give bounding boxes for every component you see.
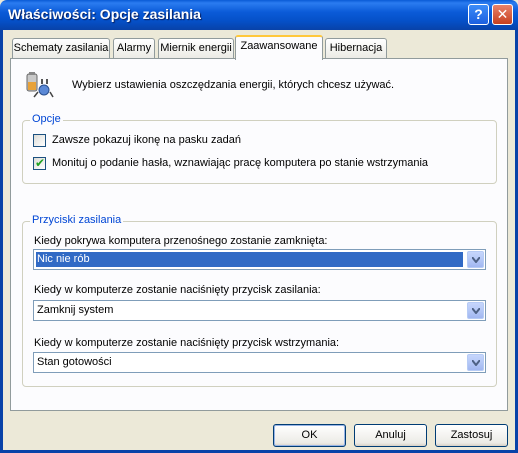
title-bar[interactable]: Właściwości: Opcje zasilania ? ✕ — [0, 0, 518, 30]
prompt-password-checkbox[interactable]: ✔ — [33, 156, 46, 170]
power-button-label: Kiedy w komputerze zostanie naciśnięty p… — [34, 284, 321, 296]
chevron-down-icon[interactable] — [467, 302, 484, 319]
show-tray-icon-checkbox[interactable] — [33, 134, 46, 147]
sleep-button-value: Stan gotowości — [37, 356, 112, 368]
show-tray-icon-label[interactable]: Zawsze pokazuj ikonę na pasku zadań — [52, 134, 241, 146]
close-button[interactable]: ✕ — [492, 4, 513, 25]
tab-alarmy[interactable]: Alarmy — [113, 38, 155, 58]
options-group-label: Opcje — [30, 113, 63, 125]
tab-schematy-zasilania[interactable]: Schematy zasilania — [12, 38, 110, 58]
chevron-down-icon[interactable] — [467, 354, 484, 371]
lid-close-select[interactable]: Nic nie rób — [33, 249, 486, 270]
lid-close-value: Nic nie rób — [36, 252, 463, 267]
power-plug-battery-icon — [24, 70, 54, 100]
tab-hibernacja[interactable]: Hibernacja — [325, 38, 387, 58]
sleep-button-label: Kiedy w komputerze zostanie naciśnięty p… — [34, 337, 340, 349]
ok-button[interactable]: OK — [273, 424, 346, 447]
power-buttons-group-label: Przyciski zasilania — [30, 214, 124, 226]
tab-zaawansowane[interactable]: Zaawansowane — [235, 35, 323, 60]
help-button[interactable]: ? — [468, 4, 489, 25]
power-button-select[interactable]: Zamknij system — [33, 300, 486, 321]
power-button-value: Zamknij system — [37, 304, 114, 316]
cancel-button[interactable]: Anuluj — [354, 424, 427, 447]
intro-text: Wybierz ustawienia oszczędzania energii,… — [72, 79, 395, 91]
prompt-password-label[interactable]: Monituj o podanie hasła, wznawiając prac… — [52, 157, 428, 169]
apply-button[interactable]: Zastosuj — [435, 424, 508, 447]
window-title: Właściwości: Opcje zasilania — [8, 6, 201, 22]
lid-close-label: Kiedy pokrywa komputera przenośnego zost… — [34, 235, 328, 247]
check-mark-icon: ✔ — [35, 156, 46, 170]
options-groupbox — [22, 120, 497, 184]
tab-miernik-energii[interactable]: Miernik energii — [158, 38, 234, 58]
chevron-down-icon[interactable] — [467, 251, 484, 268]
sleep-button-select[interactable]: Stan gotowości — [33, 352, 486, 373]
